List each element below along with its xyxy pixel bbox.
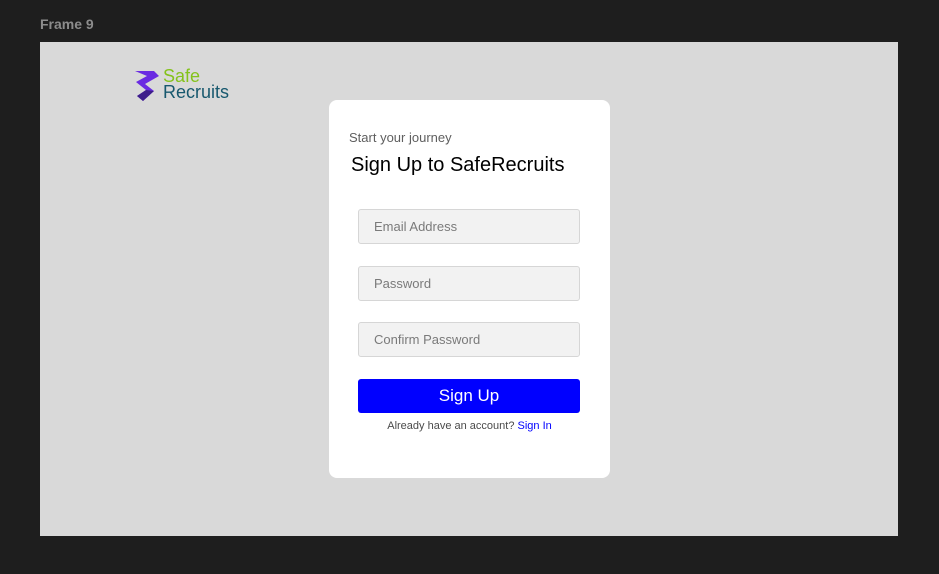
signup-card: Start your journey Sign Up to SafeRecrui… (329, 100, 610, 478)
account-prompt-text: Already have an account? (387, 420, 515, 432)
form-title: Sign Up to SafeRecruits (351, 154, 565, 176)
form-subtitle: Start your journey (349, 130, 452, 145)
design-frame: Safe Recruits Start your journey Sign Up… (40, 42, 898, 536)
signin-prompt: Already have an account? Sign In (329, 420, 610, 432)
sign-up-button[interactable]: Sign Up (358, 379, 580, 413)
frame-label: Frame 9 (40, 16, 94, 32)
brand-name-recruits: Recruits (163, 82, 230, 102)
password-field[interactable] (358, 266, 580, 301)
confirm-password-field[interactable] (358, 322, 580, 357)
safe-recruits-logo-icon (135, 71, 159, 101)
email-field[interactable] (358, 209, 580, 244)
brand-logo: Safe Recruits (134, 67, 230, 103)
brand-name: Safe Recruits (163, 67, 230, 102)
sign-in-link[interactable]: Sign In (518, 420, 552, 432)
